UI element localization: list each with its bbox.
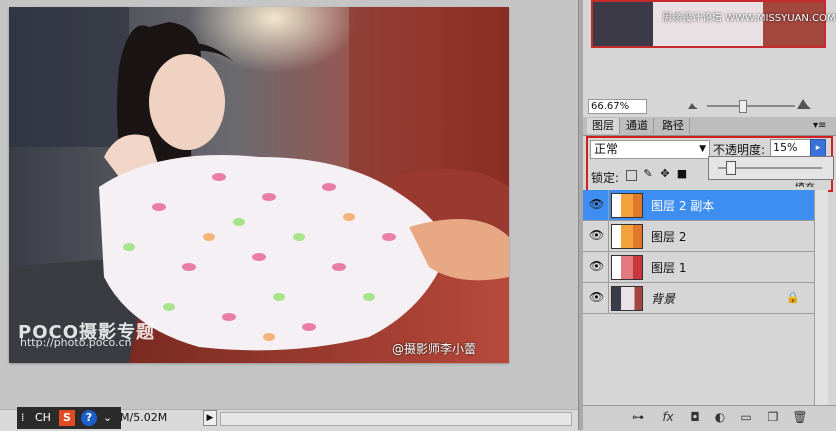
document-image[interactable]	[9, 7, 509, 363]
help-icon[interactable]: ?	[81, 410, 97, 426]
new-layer-icon[interactable]: ❐	[765, 409, 781, 425]
fx-icon[interactable]: fx	[660, 409, 676, 425]
layer-row[interactable]: 👁 背景 🔒	[583, 283, 814, 314]
navigator-preview[interactable]	[591, 0, 826, 48]
ime-grip-icon: ⁞	[21, 411, 25, 424]
blend-mode-select[interactable]: 正常 ▼	[590, 140, 710, 159]
layer-thumbnail	[611, 255, 643, 280]
lock-move-icon[interactable]: ✥	[659, 168, 671, 180]
eye-icon[interactable]: 👁	[589, 290, 604, 304]
eye-icon[interactable]: 👁	[589, 197, 604, 211]
link-layers-icon[interactable]: ⊶	[630, 409, 646, 425]
layer-name[interactable]: 图层 2 副本	[651, 197, 714, 214]
layers-scrollbar[interactable]	[814, 190, 828, 405]
layer-thumbnail	[611, 224, 643, 249]
horizontal-scrollbar[interactable]	[220, 412, 572, 426]
tab-layers[interactable]: 图层	[587, 118, 620, 134]
add-mask-icon[interactable]: ◘	[687, 409, 703, 425]
fill-label: 填充	[795, 179, 825, 187]
opacity-dropdown-icon[interactable]: ▸	[810, 139, 826, 157]
ime-toolbar[interactable]: ⁞ CH S ? ⌄	[17, 407, 121, 429]
eye-icon[interactable]: 👁	[589, 259, 604, 273]
lock-brush-icon[interactable]: ✎	[642, 168, 654, 180]
navigator-credit: 思缘设计论坛 WWW.MISSYUAN.COM	[662, 13, 836, 24]
play-icon[interactable]: ▶	[203, 410, 217, 426]
tab-channels[interactable]: 通道	[621, 118, 654, 134]
sogou-icon[interactable]: S	[59, 410, 75, 426]
opacity-input[interactable]: 15%	[770, 139, 812, 157]
layer-name[interactable]: 图层 2	[651, 228, 686, 245]
ime-menu-icon[interactable]: ⌄	[103, 410, 112, 426]
adjustment-layer-icon[interactable]: ◐	[712, 409, 728, 425]
chevron-down-icon: ▼	[699, 144, 706, 154]
opacity-slider-knob[interactable]	[726, 161, 736, 175]
trash-icon[interactable]: 🗑	[792, 409, 808, 425]
lock-icon: 🔒	[786, 291, 800, 304]
layer-name[interactable]: 图层 1	[651, 259, 686, 276]
tab-paths[interactable]: 路径	[657, 118, 690, 134]
zoom-slider-track[interactable]	[707, 105, 795, 107]
doc-size-readout: M/5.02M	[120, 411, 168, 424]
lock-transparency-icon[interactable]	[626, 170, 637, 181]
panel-menu-icon[interactable]: ▾≡	[813, 120, 826, 131]
layers-panel-tabs: 图层 通道 路径	[583, 117, 836, 136]
ime-language[interactable]: CH	[35, 410, 51, 426]
zoom-in-icon[interactable]	[797, 97, 811, 109]
photo-illustration	[9, 7, 509, 363]
layer-thumbnail	[611, 286, 643, 311]
zoom-input[interactable]: 66.67%	[588, 99, 647, 114]
layer-row[interactable]: 👁 图层 2 副本	[583, 190, 814, 221]
blend-mode-value: 正常	[594, 142, 619, 156]
lock-all-icon[interactable]: ■	[676, 168, 688, 180]
zoom-slider-knob[interactable]	[739, 100, 747, 113]
layer-row[interactable]: 👁 图层 2	[583, 221, 814, 252]
lock-label: 锁定:	[591, 171, 620, 185]
layer-row[interactable]: 👁 图层 1	[583, 252, 814, 283]
zoom-out-icon[interactable]	[688, 101, 698, 109]
author-credit: @摄影师李小蕾	[392, 342, 477, 356]
layer-thumbnail	[611, 193, 643, 218]
watermark-url: http://photo.poco.cn	[20, 336, 132, 349]
eye-icon[interactable]: 👁	[589, 228, 604, 242]
new-group-icon[interactable]: ▭	[738, 409, 754, 425]
layer-name[interactable]: 背景	[651, 290, 675, 307]
